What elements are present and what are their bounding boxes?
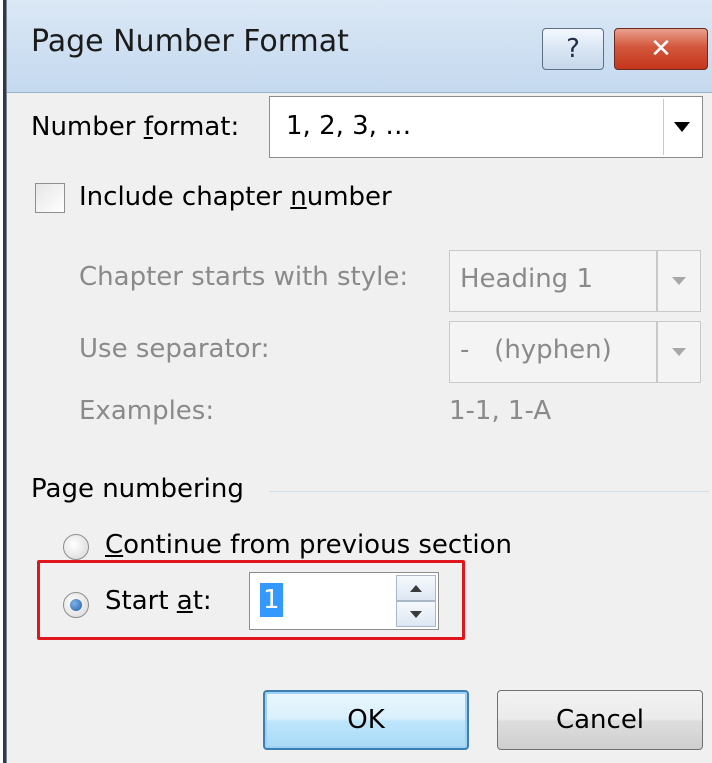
include-chapter-number-checkbox[interactable] <box>35 183 65 213</box>
chapter-style-value: Heading 1 <box>460 264 593 294</box>
chevron-up-icon <box>410 584 422 592</box>
dialog-title: Page Number Format <box>31 24 349 59</box>
continue-label-part: ontinue from previous section <box>123 530 513 560</box>
number-format-value: 1, 2, 3, … <box>286 111 412 141</box>
examples-value: 1-1, 1-A <box>449 396 552 426</box>
ok-button[interactable]: OK <box>263 690 469 750</box>
chevron-down-icon <box>672 277 686 285</box>
start-at-label-part: Start <box>105 586 177 616</box>
close-icon: ✕ <box>650 34 672 64</box>
chapter-style-dropdown-button <box>657 250 701 312</box>
start-at-accelerator: a <box>176 586 193 616</box>
number-format-accelerator: f <box>143 112 153 142</box>
chevron-down-icon <box>674 122 690 132</box>
separator-select: - (hyphen) <box>449 321 657 383</box>
group-divider <box>269 491 709 492</box>
title-bar[interactable]: Page Number Format ? ✕ <box>7 0 712 93</box>
chapter-style-label: Chapter starts with style: <box>79 262 409 292</box>
spin-down-button[interactable] <box>396 601 436 627</box>
chapter-style-select: Heading 1 <box>449 250 657 312</box>
number-format-dropdown-button[interactable] <box>663 99 700 155</box>
chevron-down-icon <box>672 348 686 356</box>
include-chapter-accelerator: n <box>290 182 307 212</box>
page-numbering-group-label: Page numbering <box>31 474 244 504</box>
help-icon: ? <box>566 34 580 64</box>
continue-from-previous-radio[interactable] <box>63 534 89 560</box>
start-at-spinner[interactable]: 1 <box>249 572 439 630</box>
cancel-button[interactable]: Cancel <box>497 690 703 750</box>
number-format-label: Number format: <box>31 112 239 142</box>
examples-label: Examples: <box>79 396 215 426</box>
separator-value: - (hyphen) <box>460 335 612 365</box>
start-at-input[interactable]: 1 <box>260 583 283 617</box>
help-button[interactable]: ? <box>542 28 604 70</box>
start-at-label-part: t: <box>192 586 212 616</box>
number-format-combobox[interactable]: 1, 2, 3, … <box>269 96 703 158</box>
spin-buttons <box>396 575 436 627</box>
page-number-format-dialog: Page Number Format ? ✕ Number format: 1,… <box>6 0 712 763</box>
include-chapter-number-label[interactable]: Include chapter number <box>79 182 392 212</box>
close-button[interactable]: ✕ <box>614 28 708 70</box>
start-at-label[interactable]: Start at: <box>105 586 212 616</box>
include-chapter-label-part: umber <box>306 182 392 212</box>
chevron-down-icon <box>410 610 422 618</box>
start-at-radio[interactable] <box>63 592 89 618</box>
continue-accelerator: C <box>105 530 124 560</box>
continue-from-previous-label[interactable]: Continue from previous section <box>105 530 512 560</box>
include-chapter-label-part: Include chapter <box>79 182 291 212</box>
spin-up-button[interactable] <box>396 575 436 601</box>
separator-dropdown-button <box>657 321 701 383</box>
number-format-label-part: ormat: <box>152 112 240 142</box>
separator-label: Use separator: <box>79 334 270 364</box>
number-format-label-part: Number <box>31 112 144 142</box>
